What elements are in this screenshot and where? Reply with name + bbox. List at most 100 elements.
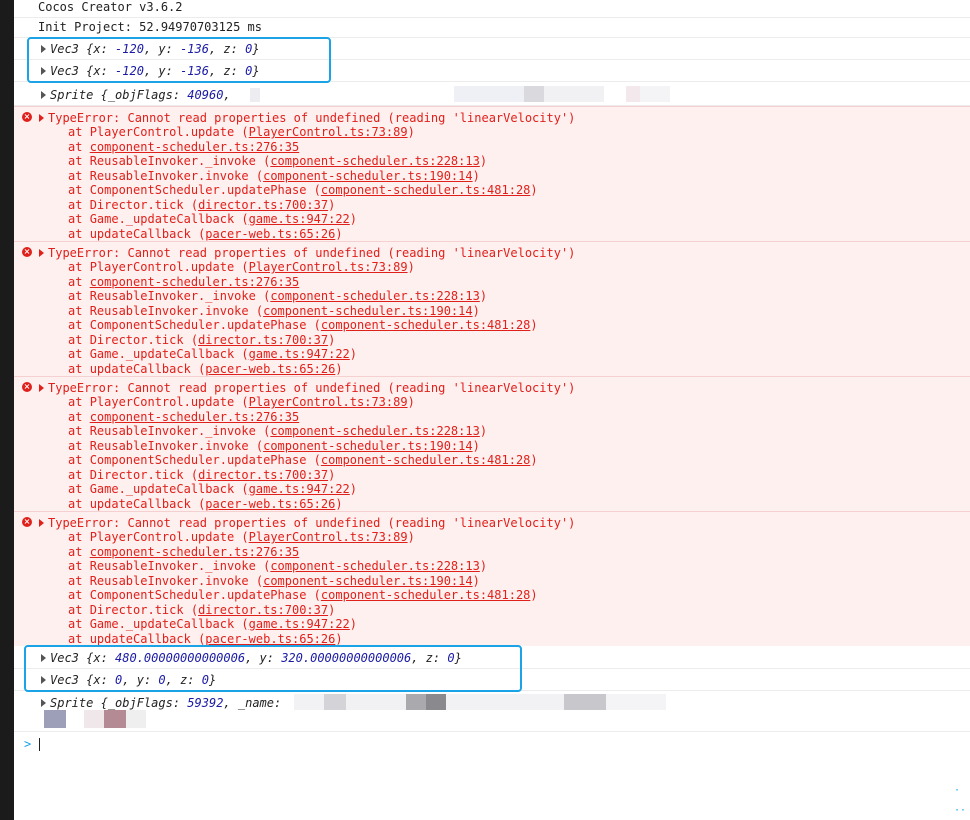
frame-function: PlayerControl.update xyxy=(89,125,235,139)
frame-source-link[interactable]: component-scheduler.ts:228:13 xyxy=(270,289,480,303)
frame-source-link[interactable]: PlayerControl.ts:73:89 xyxy=(249,125,408,139)
frame-prefix: at xyxy=(68,631,83,646)
error-entry: × TypeError: Cannot read properties of un… xyxy=(14,376,970,511)
frame-source-link[interactable]: component-scheduler.ts:481:28 xyxy=(321,453,531,467)
frame-prefix: at xyxy=(68,482,83,496)
frame-source-link[interactable]: pacer-web.ts:65:26 xyxy=(205,497,335,511)
error-message[interactable]: TypeError: Cannot read properties of und… xyxy=(48,111,575,125)
stack-frame: at PlayerControl.update (PlayerControl.t… xyxy=(68,125,415,139)
corner-dot: ·· xyxy=(954,805,967,816)
stack-frame: at updateCallback (pacer-web.ts:65:26) xyxy=(68,226,343,241)
expand-triangle-icon[interactable] xyxy=(39,249,44,257)
frame-source-link[interactable]: component-scheduler.ts:276:35 xyxy=(90,275,300,289)
frame-prefix: at xyxy=(68,274,83,289)
sprite-log-row[interactable]: Sprite {_objFlags: 40960, xyxy=(14,84,970,106)
expand-triangle-icon[interactable] xyxy=(39,384,44,392)
frame-prefix: at xyxy=(68,409,83,424)
expand-triangle-icon[interactable] xyxy=(41,699,46,707)
frame-source-link[interactable]: director.ts:700:37 xyxy=(198,333,328,347)
frame-source-link[interactable]: pacer-web.ts:65:26 xyxy=(205,362,335,376)
frame-source-link[interactable]: PlayerControl.ts:73:89 xyxy=(249,530,408,544)
frame-source-link[interactable]: director.ts:700:37 xyxy=(198,603,328,617)
stack-frame: at PlayerControl.update (PlayerControl.t… xyxy=(68,260,415,274)
error-message[interactable]: TypeError: Cannot read properties of und… xyxy=(48,516,575,530)
log-init: Init Project: 52.94970703125 ms xyxy=(14,18,970,38)
frame-function: ComponentScheduler.updatePhase xyxy=(89,318,307,332)
highlight-box-bottom xyxy=(24,645,522,692)
frame-source-link[interactable]: component-scheduler.ts:228:13 xyxy=(270,424,480,438)
sprite-log-row-2[interactable]: Sprite {_objFlags: 59392, _name: xyxy=(14,692,970,732)
error-icon: × xyxy=(22,112,32,122)
frame-function: updateCallback xyxy=(89,496,191,511)
frame-source-link[interactable]: game.ts:947:22 xyxy=(249,212,350,226)
sprite-type: Sprite xyxy=(50,696,94,710)
stack-frame: at ReusableInvoker.invoke (component-sch… xyxy=(68,303,480,318)
frame-function: ReusableInvoker.invoke xyxy=(89,573,249,588)
expand-triangle-icon[interactable] xyxy=(41,91,46,99)
frame-source-link[interactable]: component-scheduler.ts:481:28 xyxy=(321,588,531,602)
frame-source-link[interactable]: PlayerControl.ts:73:89 xyxy=(249,395,408,409)
frame-function: ComponentScheduler.updatePhase xyxy=(89,183,307,197)
frame-source-link[interactable]: component-scheduler.ts:228:13 xyxy=(270,154,480,168)
frame-prefix: at xyxy=(68,318,83,332)
frame-prefix: at xyxy=(68,573,83,588)
frame-source-link[interactable]: component-scheduler.ts:276:35 xyxy=(90,140,300,154)
stack-frame: at Game._updateCallback (game.ts:947:22) xyxy=(68,212,358,226)
frame-prefix: at xyxy=(68,332,83,347)
stack-frame: at Director.tick (director.ts:700:37) xyxy=(68,332,336,347)
frame-function: ReusableInvoker._invoke xyxy=(89,154,256,168)
error-entry: × TypeError: Cannot read properties of un… xyxy=(14,511,970,646)
frame-function: Game._updateCallback xyxy=(89,347,235,361)
frame-source-link[interactable]: component-scheduler.ts:228:13 xyxy=(270,559,480,573)
expand-triangle-icon[interactable] xyxy=(39,519,44,527)
frame-prefix: at xyxy=(68,530,83,544)
stack-frame: at component-scheduler.ts:276:35 xyxy=(68,275,299,289)
frame-source-link[interactable]: component-scheduler.ts:481:28 xyxy=(321,183,531,197)
frame-prefix: at xyxy=(68,154,83,168)
frame-function: updateCallback xyxy=(89,361,191,376)
frame-source-link[interactable]: component-scheduler.ts:190:14 xyxy=(263,304,473,318)
frame-function: Director.tick xyxy=(89,467,184,482)
frame-function: ReusableInvoker.invoke xyxy=(89,168,249,183)
error-entry: × TypeError: Cannot read properties of un… xyxy=(14,241,970,376)
frame-prefix: at xyxy=(68,453,83,467)
sprite-object[interactable]: Sprite {_objFlags: 40960, xyxy=(50,84,231,106)
frame-source-link[interactable]: component-scheduler.ts:190:14 xyxy=(263,574,473,588)
stack-frame: at Director.tick (director.ts:700:37) xyxy=(68,197,336,212)
stack-frame: at Game._updateCallback (game.ts:947:22) xyxy=(68,482,358,496)
frame-source-link[interactable]: game.ts:947:22 xyxy=(249,617,350,631)
frame-source-link[interactable]: component-scheduler.ts:276:35 xyxy=(90,410,300,424)
frame-function: ReusableInvoker.invoke xyxy=(89,303,249,318)
frame-source-link[interactable]: game.ts:947:22 xyxy=(249,347,350,361)
frame-prefix: at xyxy=(68,212,83,226)
frame-function: PlayerControl.update xyxy=(89,395,235,409)
frame-prefix: at xyxy=(68,424,83,438)
frame-source-link[interactable]: pacer-web.ts:65:26 xyxy=(205,632,335,646)
frame-source-link[interactable]: game.ts:947:22 xyxy=(249,482,350,496)
error-icon: × xyxy=(22,517,32,527)
frame-source-link[interactable]: director.ts:700:37 xyxy=(198,198,328,212)
frame-source-link[interactable]: component-scheduler.ts:481:28 xyxy=(321,318,531,332)
frame-source-link[interactable]: component-scheduler.ts:190:14 xyxy=(263,439,473,453)
frame-source-link[interactable]: director.ts:700:37 xyxy=(198,468,328,482)
error-message[interactable]: TypeError: Cannot read properties of und… xyxy=(48,381,575,395)
frame-source-link[interactable]: component-scheduler.ts:276:35 xyxy=(90,545,300,559)
error-message[interactable]: TypeError: Cannot read properties of und… xyxy=(48,246,575,260)
expand-triangle-icon[interactable] xyxy=(39,114,44,122)
frame-function: updateCallback xyxy=(89,631,191,646)
console-input[interactable] xyxy=(39,738,40,751)
frame-prefix: at xyxy=(68,395,83,409)
frame-prefix: at xyxy=(68,588,83,602)
frame-source-link[interactable]: pacer-web.ts:65:26 xyxy=(205,227,335,241)
frame-source-link[interactable]: PlayerControl.ts:73:89 xyxy=(249,260,408,274)
stack-frame: at updateCallback (pacer-web.ts:65:26) xyxy=(68,361,343,376)
frame-source-link[interactable]: component-scheduler.ts:190:14 xyxy=(263,169,473,183)
frame-prefix: at xyxy=(68,467,83,482)
stack-frame: at Director.tick (director.ts:700:37) xyxy=(68,602,336,617)
frame-function: Director.tick xyxy=(89,602,184,617)
frame-prefix: at xyxy=(68,139,83,154)
frame-prefix: at xyxy=(68,559,83,573)
sprite-value: 40960 xyxy=(187,88,224,102)
sprite-key-2: _name: xyxy=(237,696,282,710)
frame-function: Game._updateCallback xyxy=(89,212,235,226)
